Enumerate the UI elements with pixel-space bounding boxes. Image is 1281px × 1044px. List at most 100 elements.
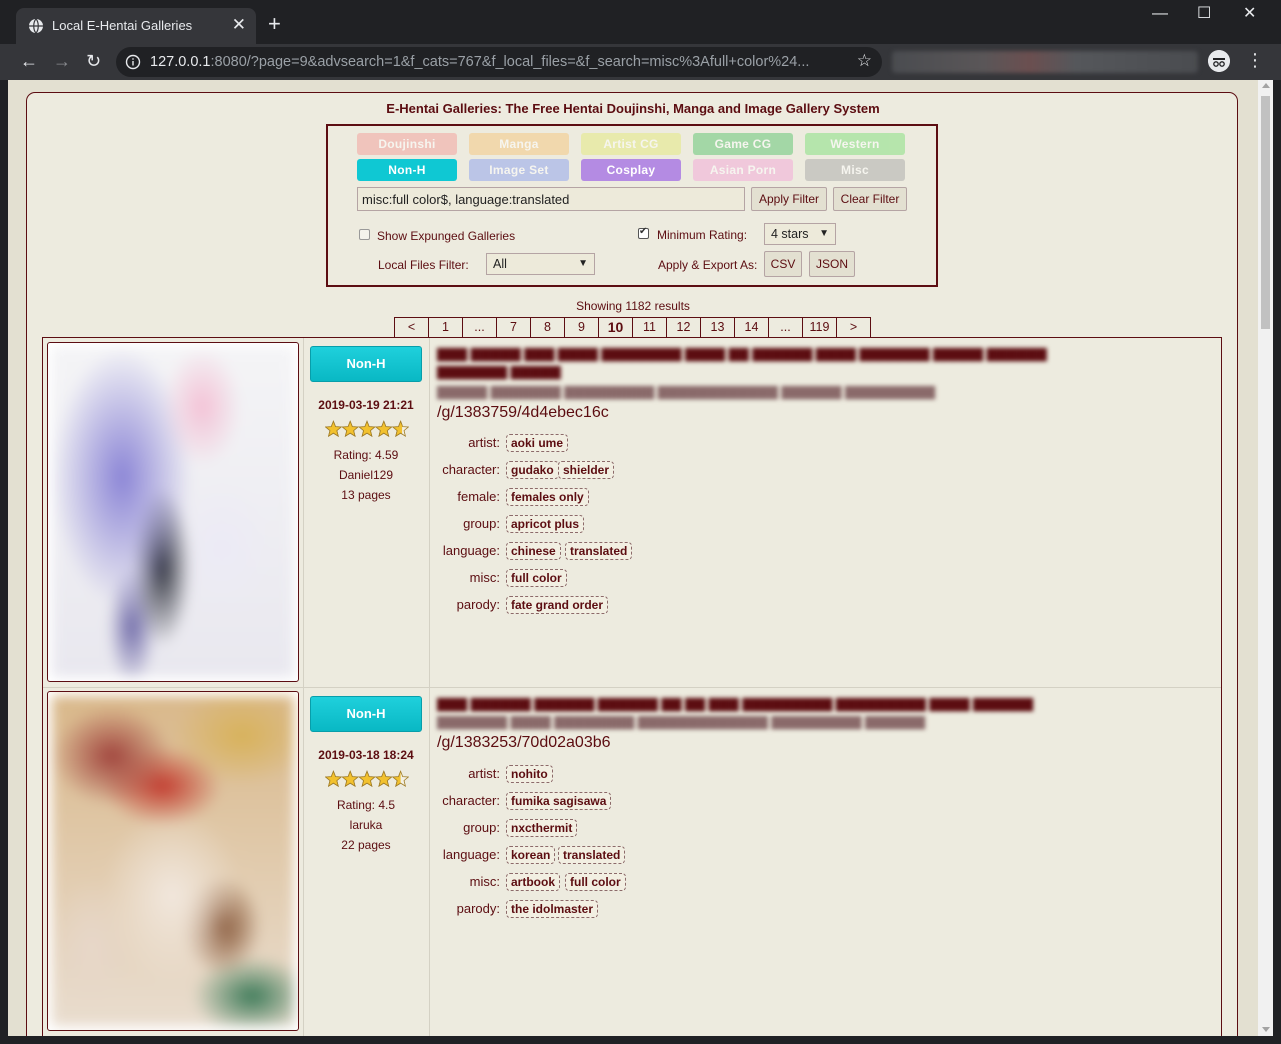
url-text: 127.0.0.1:8080/?page=9&advsearch=1&f_cat… [150, 54, 810, 70]
local-files-select[interactable]: All ▼ [486, 253, 595, 275]
rating-stars-icon [325, 770, 409, 788]
site-title: E-Hentai Galleries: The Free Hentai Douj… [386, 101, 880, 116]
clear-filter-button[interactable]: Clear Filter [833, 187, 907, 211]
maximize-button[interactable]: ☐ [1197, 6, 1211, 22]
star-fill [341, 420, 360, 438]
export-json-button[interactable]: JSON [809, 251, 855, 277]
tag-namespace: artist: [468, 435, 500, 450]
kebab-menu-icon[interactable]: ⋮ [1246, 51, 1264, 69]
uploader-name[interactable]: Daniel129 [303, 468, 429, 482]
page-link-11[interactable]: 11 [633, 317, 667, 337]
page-next[interactable]: > [837, 317, 871, 337]
star-fill [358, 420, 376, 438]
category-toggle-cosplay[interactable]: Cosplay [581, 159, 681, 181]
page-link-14[interactable]: 14 [735, 317, 769, 337]
scroll-up-arrow-icon[interactable] [1262, 83, 1270, 88]
category-toggle-artist-cg[interactable]: Artist CG [581, 133, 681, 155]
gallery-title-blurred[interactable]: ▇▇▇ ▇▇▇▇▇▇ ▇▇▇▇▇▇ ▇▇▇▇▇▇ ▇▇ ▇▇ ▇▇▇ ▇▇▇▇▇… [437, 696, 1157, 712]
tag-item[interactable]: fumika sagisawa [506, 792, 612, 810]
gallery-thumbnail[interactable] [47, 691, 299, 1031]
category-toggle-non-h[interactable]: Non-H [357, 159, 457, 181]
incognito-profile-icon[interactable] [1208, 50, 1230, 72]
tag-item[interactable]: gudako [506, 461, 559, 479]
page-link-8[interactable]: 8 [531, 317, 565, 337]
tag-namespace: parody: [456, 597, 500, 612]
star-fill [341, 770, 360, 788]
new-tab-button[interactable]: + [268, 13, 281, 35]
tag-item[interactable]: shielder [558, 461, 615, 479]
reload-icon[interactable]: ↻ [86, 51, 101, 71]
uploader-name[interactable]: laruka [303, 818, 429, 832]
category-toggle-game-cg[interactable]: Game CG [693, 133, 793, 155]
scrollbar-thumb[interactable] [1261, 96, 1270, 329]
page-link-10[interactable]: 10 [599, 317, 633, 337]
show-expunged-checkbox[interactable] [359, 229, 370, 240]
gallery-jp-title-blurred: ▇▇▇▇▇ ▇▇▇▇▇▇▇ ▇▇▇▇▇▇▇▇▇ ▇▇▇▇▇▇▇▇▇▇▇▇ ▇▇▇… [437, 384, 935, 399]
tag-item[interactable]: translated [565, 542, 633, 560]
star-fill [374, 420, 393, 438]
tag-item[interactable]: full color [565, 873, 626, 891]
info-icon[interactable] [125, 54, 141, 70]
tag-item[interactable]: chinese [506, 542, 561, 560]
gallery-title-blurred[interactable]: ▇▇▇ ▇▇▇▇▇ ▇▇▇ ▇▇▇▇ ▇▇▇▇▇▇▇▇ ▇▇▇▇ ▇▇ ▇▇▇▇… [437, 346, 1193, 362]
pagination: <1... 7 8 9 10 11 12 13 14... 119 > [394, 317, 871, 337]
category-badge[interactable]: Non-H [310, 696, 422, 732]
minimize-button[interactable]: — [1152, 6, 1168, 22]
bookmark-star-icon[interactable]: ☆ [857, 51, 872, 71]
tag-item[interactable]: females only [506, 488, 589, 506]
page-link-13[interactable]: 13 [701, 317, 735, 337]
category-toggle-doujinshi[interactable]: Doujinshi [357, 133, 457, 155]
tag-item[interactable]: korean [506, 846, 556, 864]
page-link-12[interactable]: 12 [667, 317, 701, 337]
gallery-thumbnail[interactable] [47, 342, 299, 682]
tag-item[interactable]: translated [558, 846, 626, 864]
apply-filter-button[interactable]: Apply Filter [751, 187, 827, 211]
gallery-row: Non-H 2019-03-19 21:21 Rating: 4.59 Dani… [43, 338, 1221, 687]
tag-item[interactable]: aoki ume [506, 434, 569, 452]
gallery-link[interactable]: /g/1383253/70d02a03b6 [437, 734, 611, 752]
gallery-row: Non-H 2019-03-18 18:24 Rating: 4.5 laruk… [43, 687, 1221, 1036]
category-badge[interactable]: Non-H [310, 346, 422, 382]
main-container: E-Hentai Galleries: The Free Hentai Douj… [26, 92, 1238, 1036]
scroll-down-arrow-icon[interactable] [1262, 1027, 1270, 1032]
tag-item[interactable]: nxcthermit [506, 819, 578, 837]
tag-item[interactable]: artbook [506, 873, 561, 891]
page-link-119[interactable]: 119 [803, 317, 837, 337]
tag-item[interactable]: fate grand order [506, 596, 609, 614]
page-count: 13 pages [341, 488, 391, 502]
category-toggle-image-set[interactable]: Image Set [469, 159, 569, 181]
vertical-scrollbar[interactable] [1258, 80, 1273, 1036]
back-arrow-icon[interactable]: ← [20, 51, 38, 71]
minimum-rating-label: Minimum Rating: [657, 228, 748, 242]
tag-item[interactable]: the idolmaster [506, 900, 599, 918]
tab-close-icon[interactable]: ✕ [232, 15, 246, 35]
category-toggle-asian-porn[interactable]: Asian Porn [693, 159, 793, 181]
page-link-9[interactable]: 9 [565, 317, 599, 337]
search-input[interactable] [357, 187, 745, 211]
category-toggle-misc[interactable]: Misc [805, 159, 905, 181]
minimum-rating-select[interactable]: 4 stars ▼ [764, 223, 836, 245]
tag-namespace: group: [463, 820, 500, 835]
tag-namespace: artist: [468, 766, 500, 781]
tab-title: Local E-Hentai Galleries [52, 18, 193, 33]
blurred-extensions [892, 51, 1198, 73]
tag-namespace: character: [442, 793, 500, 808]
globe-icon [29, 18, 43, 34]
tag-namespace: misc: [469, 570, 500, 585]
close-window-button[interactable]: ✕ [1243, 6, 1256, 22]
page-link-7[interactable]: 7 [497, 317, 531, 337]
category-toggle-western[interactable]: Western [805, 133, 905, 155]
minimum-rating-checkbox[interactable] [638, 226, 649, 239]
page-prev[interactable]: < [395, 317, 429, 337]
tag-item[interactable]: apricot plus [506, 515, 585, 533]
category-toggle-manga[interactable]: Manga [469, 133, 569, 155]
tag-item[interactable]: full color [506, 569, 567, 587]
export-csv-button[interactable]: CSV [764, 251, 802, 277]
tag-namespace: parody: [456, 901, 500, 916]
page-link-1[interactable]: 1 [429, 317, 463, 337]
tag-item[interactable]: nohito [506, 765, 553, 783]
gallery-link[interactable]: /g/1383759/4d4ebec16c [437, 404, 609, 422]
forward-arrow-icon[interactable]: → [53, 51, 71, 71]
address-bar[interactable]: 127.0.0.1:8080/?page=9&advsearch=1&f_cat… [116, 47, 882, 77]
browser-tab[interactable]: Local E-Hentai Galleries ✕ [16, 8, 256, 44]
